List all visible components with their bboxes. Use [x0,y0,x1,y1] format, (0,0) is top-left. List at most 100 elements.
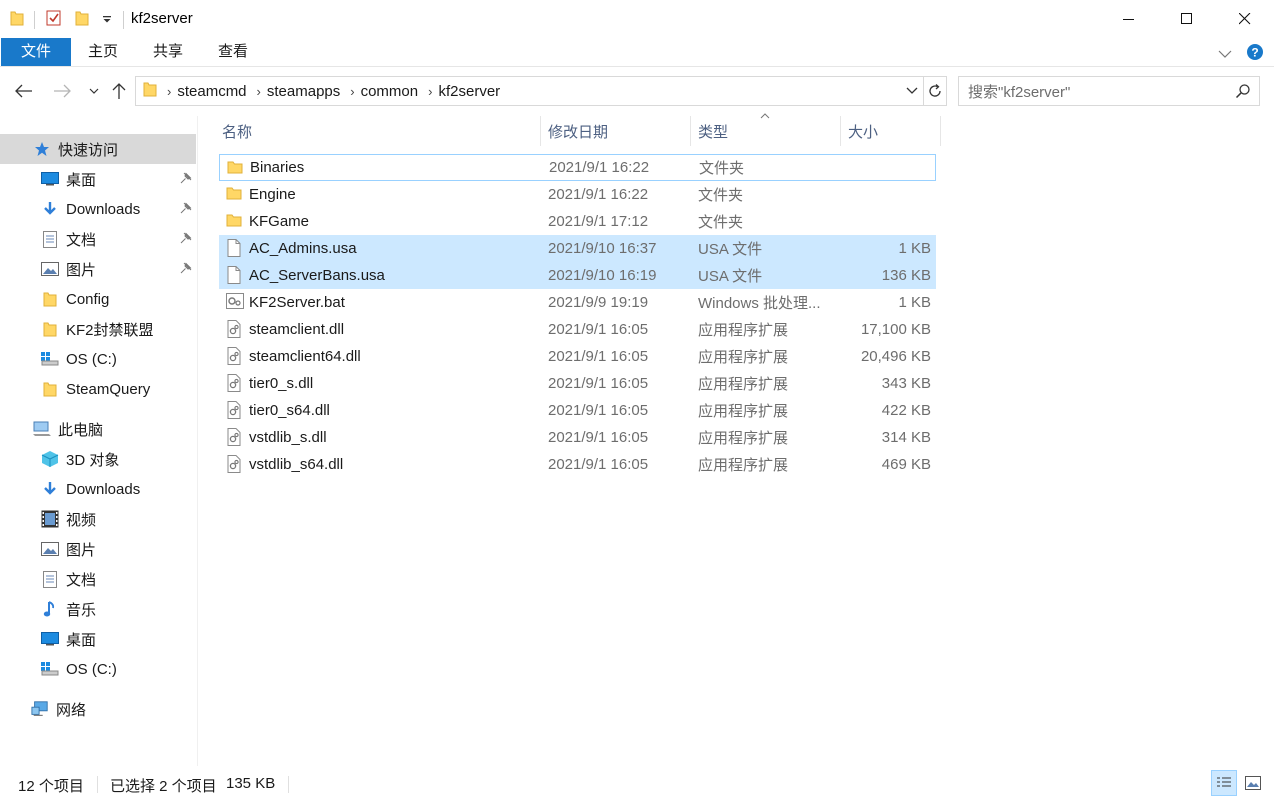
folder-icon [41,380,59,398]
sidebar-item-steamquery[interactable]: SteamQuery [0,374,196,404]
sidebar-item-downloads-pc[interactable]: Downloads [0,474,196,504]
sidebar-item-label: OS (C:) [66,660,117,678]
sidebar-item-label: 网络 [56,701,87,719]
back-button[interactable] [12,79,36,103]
breadcrumb-steamcmd[interactable]: steamcmd [177,83,246,100]
file-size: 469 KB [881,456,931,473]
sidebar-item-os-drive[interactable]: OS (C:) [0,344,196,374]
close-button[interactable] [1216,0,1274,38]
breadcrumb-chevron-icon[interactable]: › [257,84,261,99]
ribbon-tabs: 文件 主页 共享 查看 ? [0,38,1274,67]
column-header-name[interactable]: 名称 [222,116,252,146]
sidebar-item-kf2-ban-alliance[interactable]: KF2封禁联盟 [0,314,196,344]
column-header-date[interactable]: 修改日期 [548,116,608,146]
file-modified-date: 2021/9/9 19:19 [548,294,649,311]
file-row[interactable]: AC_ServerBans.usa 2021/9/10 16:19 USA 文件 13… [219,262,936,289]
expand-ribbon-chevron-icon[interactable] [1218,46,1232,63]
minimize-button[interactable] [1100,0,1158,38]
file-row[interactable]: Binaries 2021/9/1 16:22 文件夹 [219,154,936,181]
up-button[interactable] [107,79,131,103]
svg-text:?: ? [1251,46,1258,60]
pin-icon[interactable] [180,261,192,278]
divider [123,11,124,29]
help-icon[interactable]: ? [1246,43,1264,65]
breadcrumb-steamapps[interactable]: steamapps [267,83,340,100]
sidebar-item-pictures-pc[interactable]: 图片 [0,534,196,564]
file-row[interactable]: AC_Admins.usa 2021/9/10 16:37 USA 文件 1 KB [219,235,936,262]
breadcrumb-chevron-icon[interactable]: › [428,84,432,99]
sidebar-item-network[interactable]: 网络 [0,694,196,724]
file-type: 文件夹 [698,214,744,231]
new-folder-icon[interactable] [75,10,89,30]
tab-share[interactable]: 共享 [143,38,193,66]
refresh-icon[interactable] [924,83,946,99]
file-name: Binaries [250,159,305,176]
customize-dropdown-icon[interactable] [101,12,113,29]
tab-view[interactable]: 查看 [208,38,258,66]
details-view-button[interactable] [1211,770,1237,796]
file-modified-date: 2021/9/1 16:05 [548,402,649,419]
sidebar-item-downloads[interactable]: Downloads [0,194,196,224]
breadcrumb-common[interactable]: common [361,83,419,100]
breadcrumb-kf2server[interactable]: kf2server [438,83,500,100]
forward-button[interactable] [50,79,74,103]
file-row[interactable]: KF2Server.bat 2021/9/9 19:19 Windows 批处理..… [219,289,936,316]
file-name: AC_ServerBans.usa [249,267,385,284]
music-icon [41,600,59,618]
sidebar-item-videos[interactable]: 视频 [0,504,196,534]
recent-locations-button[interactable] [82,79,106,103]
sidebar-item-music[interactable]: 音乐 [0,594,196,624]
file-row[interactable]: tier0_s.dll 2021/9/1 16:05 应用程序扩展 343 KB [219,370,936,397]
sidebar-item-quick-access[interactable]: 快速访问 [0,134,196,164]
sort-ascending-icon [760,110,770,122]
maximize-button[interactable] [1158,0,1216,38]
pin-icon[interactable] [180,171,192,188]
large-icons-view-button[interactable] [1240,770,1266,796]
file-row[interactable]: steamclient.dll 2021/9/1 16:05 应用程序扩展 17,10… [219,316,936,343]
file-name: vstdlib_s64.dll [249,456,344,473]
selection-size: 135 KB [226,775,276,792]
address-dropdown-icon[interactable] [901,87,923,95]
file-type: 应用程序扩展 [698,376,789,393]
sidebar-item-label: Downloads [66,480,141,498]
sidebar-item-desktop[interactable]: 桌面 [0,164,196,194]
file-name: tier0_s64.dll [249,402,330,419]
details-view-icon [1217,777,1231,787]
sidebar-item-3d-objects[interactable]: 3D 对象 [0,444,196,474]
search-input[interactable]: 搜索"kf2server" [958,76,1260,106]
sidebar-item-documents[interactable]: 文档 [0,224,196,254]
sidebar-item-this-pc[interactable]: 此电脑 [0,414,196,444]
file-modified-date: 2021/9/1 16:05 [548,321,649,338]
column-divider[interactable] [690,116,691,146]
properties-icon[interactable] [45,9,63,31]
breadcrumb-chevron-icon[interactable]: › [167,84,171,99]
pin-icon[interactable] [180,201,192,218]
file-row[interactable]: tier0_s64.dll 2021/9/1 16:05 应用程序扩展 422 KB [219,397,936,424]
column-header-size[interactable]: 大小 [848,116,878,146]
sidebar-item-desktop-pc[interactable]: 桌面 [0,624,196,654]
file-row[interactable]: KFGame 2021/9/1 17:12 文件夹 [219,208,936,235]
column-header-type[interactable]: 类型 [698,116,728,146]
column-divider[interactable] [940,116,941,146]
sidebar-item-config[interactable]: Config [0,284,196,314]
tab-home[interactable]: 主页 [78,38,128,66]
sidebar-item-os-drive-pc[interactable]: OS (C:) [0,654,196,684]
file-modified-date: 2021/9/1 17:12 [548,213,649,230]
file-row[interactable]: Engine 2021/9/1 16:22 文件夹 [219,181,936,208]
address-bar[interactable]: › steamcmd › steamapps › common › kf2ser… [135,76,947,106]
file-type: 应用程序扩展 [698,322,789,339]
tab-file[interactable]: 文件 [1,38,71,66]
column-divider[interactable] [840,116,841,146]
pin-icon[interactable] [180,231,192,248]
file-row[interactable]: vstdlib_s64.dll 2021/9/1 16:05 应用程序扩展 469 K… [219,451,936,478]
column-divider[interactable] [540,116,541,146]
search-icon[interactable] [1235,83,1251,103]
sidebar-item-documents-pc[interactable]: 文档 [0,564,196,594]
computer-icon [33,420,51,438]
sidebar-item-pictures[interactable]: 图片 [0,254,196,284]
breadcrumb-chevron-icon[interactable]: › [350,84,354,99]
file-row[interactable]: steamclient64.dll 2021/9/1 16:05 应用程序扩展 20,… [219,343,936,370]
star-icon [33,140,51,158]
file-row[interactable]: vstdlib_s.dll 2021/9/1 16:05 应用程序扩展 314 KB [219,424,936,451]
file-type: USA 文件 [698,268,763,285]
